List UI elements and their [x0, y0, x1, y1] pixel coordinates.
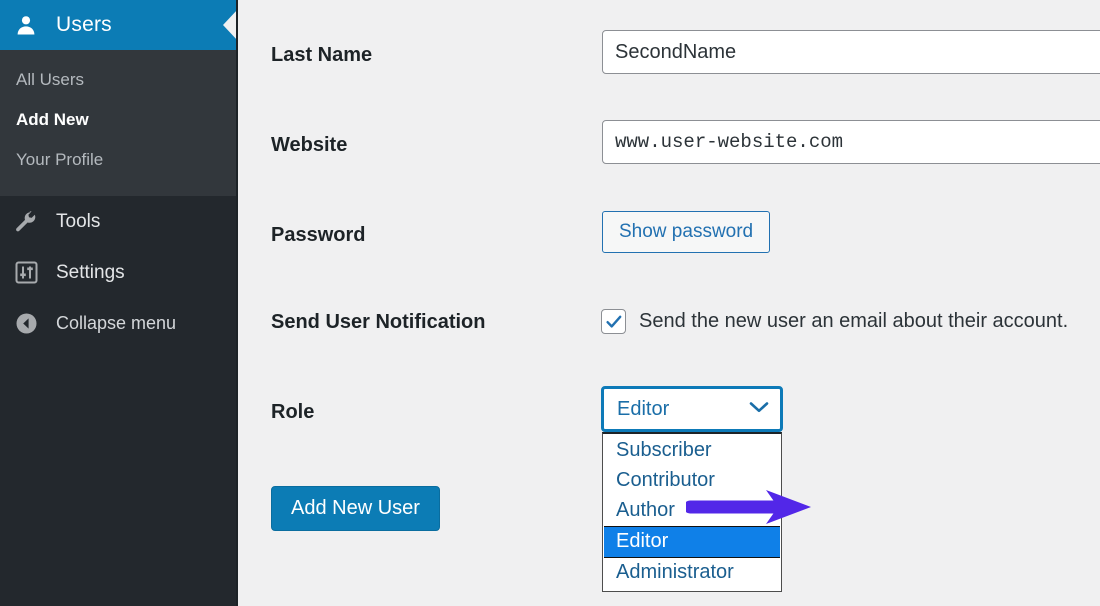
collapse-left-arrow-icon	[13, 312, 39, 335]
sidebar-item-tools-label: Tools	[56, 211, 100, 233]
send-notification-checkbox[interactable]	[601, 309, 626, 334]
sidebar-item-tools[interactable]: Tools	[0, 196, 238, 247]
website-input[interactable]: www.user-website.com	[602, 120, 1100, 164]
purple-right-arrow-icon	[686, 487, 826, 527]
sidebar-item-add-new[interactable]: Add New	[0, 100, 238, 140]
role-option-editor[interactable]: Editor	[604, 526, 780, 558]
website-label: Website	[271, 134, 347, 157]
sidebar-item-settings[interactable]: Settings	[0, 247, 238, 298]
wordpress-admin-screen: Users All Users Add New Your Profile Too…	[0, 0, 1100, 606]
send-user-notification-label: Send User Notification	[271, 311, 485, 334]
password-label: Password	[271, 224, 365, 247]
last-name-input[interactable]: SecondName	[602, 30, 1100, 74]
user-icon	[13, 14, 39, 36]
collapse-menu-button[interactable]: Collapse menu	[0, 298, 238, 349]
admin-sidebar: Users All Users Add New Your Profile Too…	[0, 0, 238, 606]
check-icon	[605, 313, 623, 331]
add-new-user-button[interactable]: Add New User	[271, 486, 440, 531]
sliders-icon	[13, 261, 39, 284]
role-option-administrator[interactable]: Administrator	[603, 558, 781, 588]
last-name-label: Last Name	[271, 44, 372, 67]
users-submenu: All Users Add New Your Profile	[0, 50, 238, 196]
wrench-icon	[13, 210, 39, 234]
sidebar-item-settings-label: Settings	[56, 262, 125, 284]
send-notification-checkbox-label: Send the new user an email about their a…	[639, 310, 1068, 333]
add-new-user-form: Last Name SecondName Website www.user-we…	[238, 0, 1100, 606]
show-password-button[interactable]: Show password	[602, 211, 770, 253]
send-notification-row[interactable]: Send the new user an email about their a…	[601, 309, 1068, 334]
sidebar-item-your-profile[interactable]: Your Profile	[0, 140, 238, 180]
collapse-menu-label: Collapse menu	[56, 313, 176, 334]
role-label: Role	[271, 401, 314, 424]
sidebar-item-users-label: Users	[56, 13, 112, 37]
role-select[interactable]: Editor	[601, 386, 783, 432]
chevron-down-icon	[748, 400, 770, 419]
sidebar-item-all-users[interactable]: All Users	[0, 60, 238, 100]
role-select-value: Editor	[617, 398, 669, 421]
sidebar-item-users[interactable]: Users	[0, 0, 238, 50]
role-option-subscriber[interactable]: Subscriber	[603, 436, 781, 466]
